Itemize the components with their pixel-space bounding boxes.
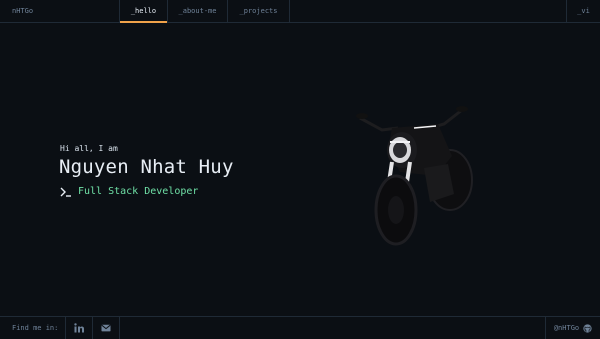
- greeting-text: Hi all, I am: [60, 144, 118, 153]
- github-link[interactable]: @nHTGo: [545, 317, 600, 339]
- linkedin-icon: [74, 323, 84, 333]
- portfolio-window: nHTGo _hello _about-me _projects _vi Hi …: [0, 0, 600, 339]
- language-switch[interactable]: _vi: [566, 0, 600, 22]
- footer-spacer: [120, 317, 545, 339]
- footer-bar: Find me in: @nHTGo: [0, 316, 600, 339]
- nav-tabs: _hello _about-me _projects: [120, 0, 566, 23]
- github-handle: @nHTGo: [553, 324, 580, 332]
- site-logo[interactable]: nHTGo: [0, 0, 120, 22]
- email-link[interactable]: [93, 317, 120, 339]
- tab-hello[interactable]: _hello: [120, 0, 168, 23]
- tab-projects[interactable]: _projects: [228, 0, 290, 22]
- tab-about-me[interactable]: _about-me: [168, 0, 228, 22]
- terminal-prompt-icon: [60, 187, 71, 197]
- role-line: Full Stack Developer: [60, 186, 198, 197]
- linkedin-link[interactable]: [66, 317, 93, 339]
- github-icon: [583, 323, 592, 333]
- role-text: Full Stack Developer: [78, 186, 199, 197]
- mail-icon: [101, 324, 111, 332]
- find-me-label: Find me in:: [0, 317, 66, 339]
- top-nav: nHTGo _hello _about-me _projects _vi: [0, 0, 600, 23]
- motorcycle-image: [356, 106, 473, 246]
- page-title: Nguyen Nhat Huy: [59, 156, 234, 178]
